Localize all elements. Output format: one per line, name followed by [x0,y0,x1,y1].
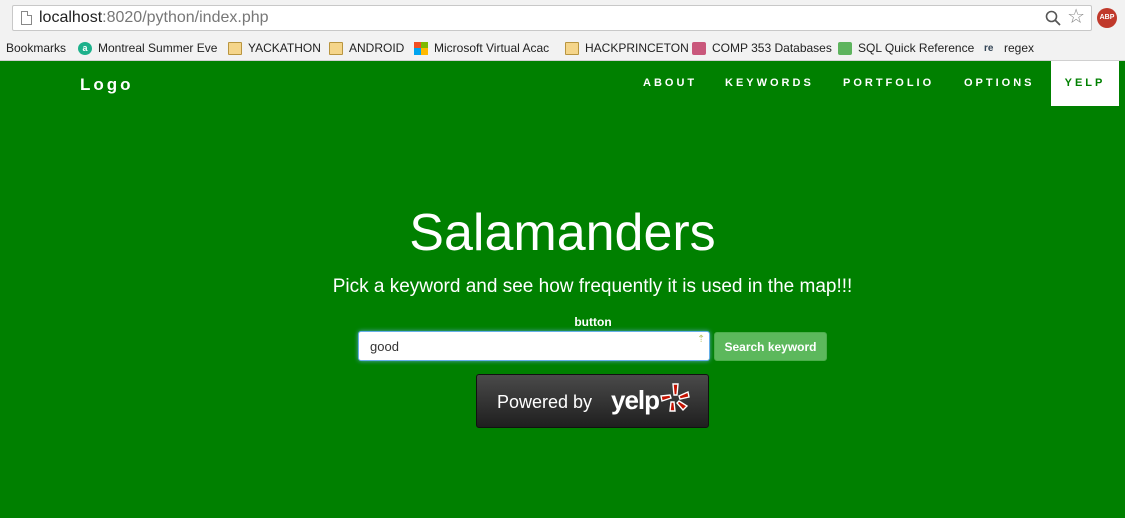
folder-icon [228,41,242,55]
zoom-icon[interactable] [1045,10,1061,26]
url-field[interactable]: localhost:8020/python/index.php ☆ [12,5,1092,31]
nav-keywords[interactable]: KEYWORDS [725,61,814,106]
nav-about[interactable]: ABOUT [643,61,697,106]
button-label: button [574,315,612,329]
bookmark-yackathon[interactable]: YACKATHON [228,39,321,57]
nav-yelp[interactable]: YELP [1051,61,1119,106]
search-keyword-button[interactable]: Search keyword [714,332,827,361]
circle-a-icon: a [78,41,92,55]
powered-by-text: Powered by [497,392,593,412]
input-marker-icon: ⇡ [697,334,706,345]
keyword-input[interactable] [358,331,710,361]
folder-icon [329,41,343,55]
bookmark-sql[interactable]: SQL Quick Reference [838,39,974,57]
bookmark-microsoft[interactable]: Microsoft Virtual Acac [414,39,554,57]
sql-icon [838,41,852,55]
folder-icon [565,41,579,55]
url-text: localhost:8020/python/index.php [39,9,269,26]
bookmark-hackprinceton[interactable]: HACKPRINCETON [565,39,689,57]
bookmark-regex[interactable]: re regex [984,39,1034,57]
bookmark-icon [692,41,706,55]
bookmark-star-icon[interactable]: ☆ [1067,7,1085,27]
page-subtitle: Pick a keyword and see how frequently it… [332,276,853,297]
powered-by-yelp-badge[interactable]: Powered by yelp [476,374,709,428]
microsoft-icon [414,41,428,55]
bookmark-android[interactable]: ANDROID [329,39,404,57]
yelp-burst-icon [660,383,690,412]
site-logo[interactable]: Logo [80,75,134,95]
page-icon [21,11,32,25]
bookmark-montreal[interactable]: a Montreal Summer Eve [78,39,218,57]
re-icon: re [984,42,994,54]
address-bar: localhost:8020/python/index.php ☆ ABP [0,0,1125,36]
bookmark-comp353[interactable]: COMP 353 Databases [692,39,832,57]
bookmarks-bar: Bookmarks a Montreal Summer Eve YACKATHON… [0,36,1125,61]
nav-portfolio[interactable]: PORTFOLIO [843,61,934,106]
page-title: Salamanders [409,204,716,262]
nav-options[interactable]: OPTIONS [964,61,1035,106]
bookmarks-menu[interactable]: Bookmarks [6,39,66,57]
site-navbar: Logo ABOUT KEYWORDS PORTFOLIO OPTIONS YE… [0,61,1125,106]
adblock-icon[interactable]: ABP [1097,8,1117,28]
yelp-wordmark: yelp [611,385,660,415]
